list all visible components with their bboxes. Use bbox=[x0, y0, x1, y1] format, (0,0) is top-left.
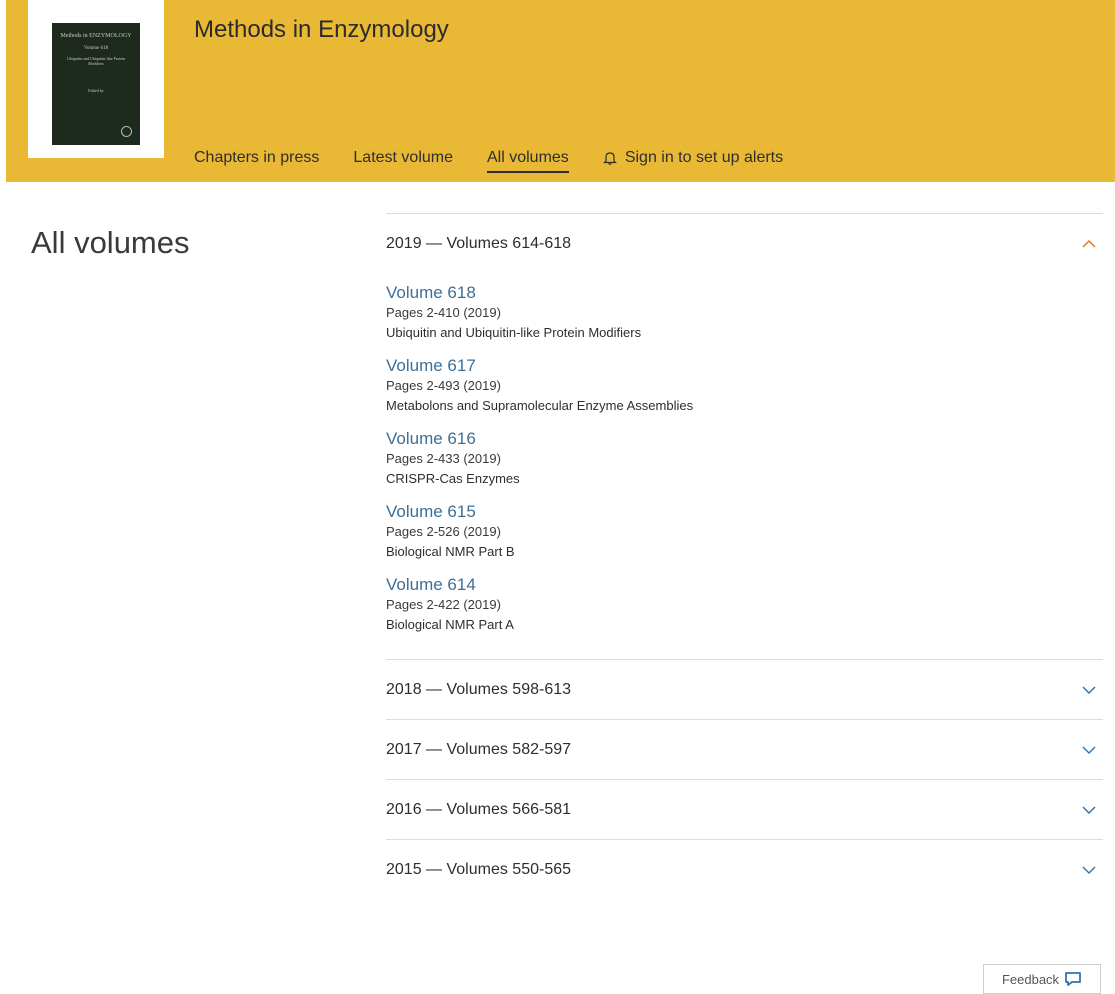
chevron-up-icon bbox=[1082, 239, 1096, 248]
year-section-2015: 2015 — Volumes 550-565 bbox=[386, 839, 1103, 899]
publisher-logo-icon bbox=[121, 126, 132, 137]
journal-nav: Chapters in press Latest volume All volu… bbox=[194, 143, 783, 173]
volume-pages: Pages 2-526 (2019) bbox=[386, 524, 501, 539]
nav-chapters-in-press[interactable]: Chapters in press bbox=[194, 149, 319, 167]
volume-link[interactable]: Volume 618 bbox=[386, 283, 476, 303]
volume-item: Volume 614 Pages 2-422 (2019) Biological… bbox=[386, 575, 1103, 635]
volume-item: Volume 617 Pages 2-493 (2019) Metabolons… bbox=[386, 356, 1103, 416]
volume-item: Volume 616 Pages 2-433 (2019) CRISPR-Cas… bbox=[386, 429, 1103, 489]
volume-link[interactable]: Volume 616 bbox=[386, 429, 476, 449]
cover-volume: Volume 618 bbox=[83, 46, 109, 51]
year-label: 2019 — Volumes 614-618 bbox=[386, 234, 572, 252]
volume-description: Biological NMR Part A bbox=[386, 617, 514, 632]
chevron-down-icon bbox=[1082, 865, 1096, 874]
feedback-label: Feedback bbox=[1001, 971, 1060, 987]
year-label: 2016 — Volumes 566-581 bbox=[386, 800, 572, 818]
volume-link[interactable]: Volume 614 bbox=[386, 575, 476, 595]
volume-pages: Pages 2-422 (2019) bbox=[386, 597, 501, 612]
year-label: 2015 — Volumes 550-565 bbox=[386, 860, 572, 878]
volumes-accordion: 2019 — Volumes 614-618 Volume 618 Pages … bbox=[386, 213, 1103, 899]
nav-all-volumes[interactable]: All volumes bbox=[487, 149, 569, 173]
cover-frame: Methods in ENZYMOLOGY Volume 618 Ubiquit… bbox=[28, 0, 164, 158]
volume-link[interactable]: Volume 617 bbox=[386, 356, 476, 376]
year-label: 2018 — Volumes 598-613 bbox=[386, 680, 572, 698]
volume-description: Ubiquitin and Ubiquitin-like Protein Mod… bbox=[386, 325, 642, 340]
year-toggle-2019[interactable]: 2019 — Volumes 614-618 bbox=[386, 214, 1103, 273]
chevron-down-icon bbox=[1082, 685, 1096, 694]
alerts-label: Sign in to set up alerts bbox=[624, 149, 784, 166]
volume-pages: Pages 2-493 (2019) bbox=[386, 378, 501, 393]
volume-description: Metabolons and Supramolecular Enzyme Ass… bbox=[386, 398, 694, 413]
cover-subtitle: Ubiquitin and Ubiquitin-like Protein Mod… bbox=[66, 56, 126, 66]
bell-icon bbox=[602, 152, 617, 165]
year-section-2016: 2016 — Volumes 566-581 bbox=[386, 779, 1103, 839]
speech-bubble-icon bbox=[1065, 972, 1081, 986]
set-up-alerts-link[interactable]: Sign in to set up alerts bbox=[602, 149, 784, 167]
nav-latest-volume[interactable]: Latest volume bbox=[353, 149, 453, 167]
volume-pages: Pages 2-410 (2019) bbox=[386, 305, 501, 320]
chevron-down-icon bbox=[1082, 745, 1096, 754]
year-toggle-2016[interactable]: 2016 — Volumes 566-581 bbox=[386, 780, 1103, 839]
journal-header: Methods in ENZYMOLOGY Volume 618 Ubiquit… bbox=[6, 0, 1115, 182]
year-toggle-2015[interactable]: 2015 — Volumes 550-565 bbox=[386, 840, 1103, 899]
page-title: All volumes bbox=[31, 225, 190, 260]
volume-pages: Pages 2-433 (2019) bbox=[386, 451, 501, 466]
chevron-down-icon bbox=[1082, 805, 1096, 814]
volume-link[interactable]: Volume 615 bbox=[386, 502, 476, 522]
year-section-2019: 2019 — Volumes 614-618 Volume 618 Pages … bbox=[386, 213, 1103, 659]
volume-item: Volume 615 Pages 2-526 (2019) Biological… bbox=[386, 502, 1103, 562]
cover-editor: Edited by bbox=[88, 88, 104, 93]
journal-title[interactable]: Methods in Enzymology bbox=[194, 16, 449, 44]
volume-description: Biological NMR Part B bbox=[386, 544, 515, 559]
year-body-2019: Volume 618 Pages 2-410 (2019) Ubiquitin … bbox=[386, 273, 1103, 659]
cover-title: Methods in ENZYMOLOGY bbox=[60, 33, 132, 39]
volume-item: Volume 618 Pages 2-410 (2019) Ubiquitin … bbox=[386, 283, 1103, 343]
year-toggle-2018[interactable]: 2018 — Volumes 598-613 bbox=[386, 660, 1103, 719]
year-section-2018: 2018 — Volumes 598-613 bbox=[386, 659, 1103, 719]
journal-cover-image[interactable]: Methods in ENZYMOLOGY Volume 618 Ubiquit… bbox=[52, 23, 140, 145]
year-toggle-2017[interactable]: 2017 — Volumes 582-597 bbox=[386, 720, 1103, 779]
year-label: 2017 — Volumes 582-597 bbox=[386, 740, 572, 758]
year-section-2017: 2017 — Volumes 582-597 bbox=[386, 719, 1103, 779]
volume-description: CRISPR-Cas Enzymes bbox=[386, 471, 520, 486]
